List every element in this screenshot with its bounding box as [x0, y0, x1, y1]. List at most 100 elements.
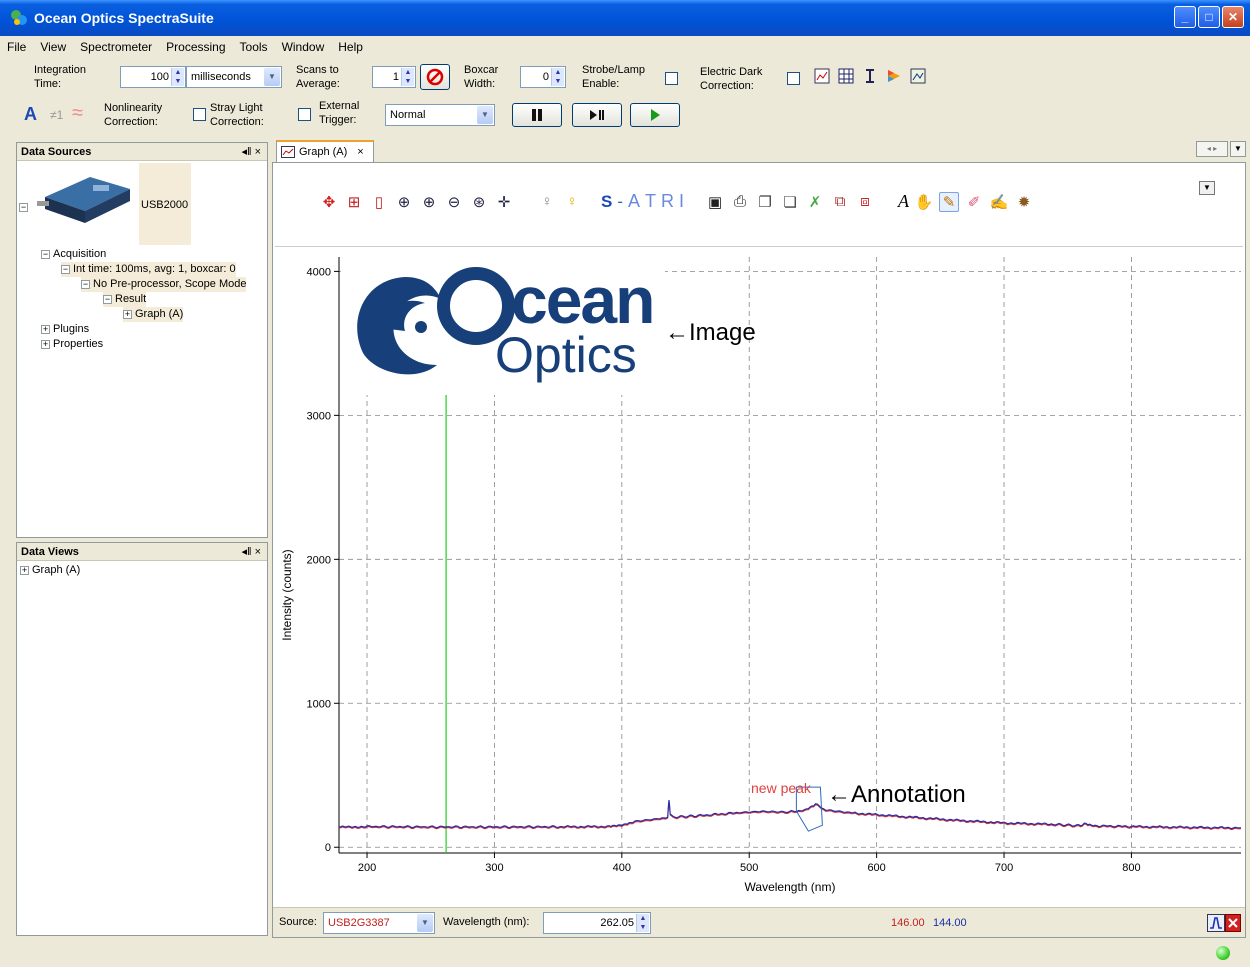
pause-button[interactable]: [512, 103, 562, 127]
eraser-icon[interactable]: ✐: [964, 193, 984, 211]
menu-spectrometer[interactable]: Spectrometer: [79, 40, 153, 54]
minimize-button[interactable]: _: [1174, 6, 1196, 28]
tree-item-properties[interactable]: + Properties: [41, 337, 103, 352]
menu-processing[interactable]: Processing: [165, 40, 226, 54]
spinner-arrows-icon[interactable]: ▲ ▼: [171, 68, 184, 86]
acquisition-toolbar: Integration Time: 100 ▲ ▼ milliseconds ▼ S…: [0, 58, 1250, 134]
annotation-label[interactable]: new peak: [751, 780, 811, 796]
menu-view[interactable]: View: [39, 40, 67, 54]
integration-time-input[interactable]: 100 ▲ ▼: [120, 66, 186, 88]
spectrometer-device-icon: [37, 177, 130, 223]
tab-scroll-arrows-icon[interactable]: ◂ ▸: [1196, 141, 1228, 157]
delete-overlay-icon[interactable]: ⧈: [855, 193, 875, 210]
zoom-y-icon[interactable]: ▯: [369, 193, 389, 211]
tree-item-acquisition[interactable]: − Acquisition: [41, 247, 106, 262]
absorbance-mode-icon[interactable]: A: [628, 191, 640, 212]
zoom-fit-icon[interactable]: ⊕: [394, 193, 414, 211]
text-cursor-icon[interactable]: [862, 68, 878, 84]
tab-list-icon[interactable]: ▼: [1230, 141, 1246, 157]
hand-icon[interactable]: ✋: [914, 193, 934, 211]
lamp-on-icon[interactable]: ♀: [562, 193, 582, 210]
wave-icon[interactable]: ≈: [72, 102, 83, 125]
settings-gear-icon[interactable]: ✹: [1014, 193, 1034, 211]
stop-averaging-button[interactable]: [420, 64, 450, 90]
tree-item-preprocessor[interactable]: − No Pre-processor, Scope Mode: [81, 277, 247, 292]
tree-item-plugins[interactable]: + Plugins: [41, 322, 89, 337]
electric-dark-checkbox[interactable]: [787, 72, 800, 85]
stray-light-label: Stray Light Correction:: [210, 102, 264, 128]
irradiance-mode-icon[interactable]: I: [679, 191, 684, 212]
spinner-arrows-icon[interactable]: ▲ ▼: [401, 68, 414, 86]
external-trigger-checkbox[interactable]: [298, 108, 311, 121]
play-button[interactable]: [630, 103, 680, 127]
clear-peaks-icon[interactable]: [1225, 914, 1241, 932]
zoom-in-icon[interactable]: ⊕: [419, 193, 439, 211]
spinner-arrows-icon[interactable]: ▲ ▼: [551, 68, 564, 86]
crosshair-icon[interactable]: ✥: [319, 193, 339, 211]
menu-help[interactable]: Help: [337, 40, 364, 54]
chevron-down-icon[interactable]: ▼: [264, 68, 280, 86]
x-tick-label: 200: [358, 862, 376, 874]
nonlinearity-checkbox[interactable]: [193, 108, 206, 121]
tab-graph-a[interactable]: Graph (A) ×: [276, 140, 374, 162]
wavelength-input[interactable]: 262.05 ▲ ▼: [543, 912, 651, 934]
chevron-down-icon[interactable]: ▼: [477, 106, 493, 124]
tree-item-int-time[interactable]: − Int time: 100ms, avg: 1, boxcar: 0: [61, 262, 236, 277]
pencil-icon[interactable]: ✎: [939, 191, 960, 212]
ocean-optics-logo-image[interactable]: cean Optics: [341, 255, 665, 395]
maximize-button[interactable]: □: [1198, 6, 1220, 28]
tree-item-result[interactable]: − Result: [103, 292, 147, 307]
spinner-arrows-icon[interactable]: ▲ ▼: [636, 914, 649, 932]
annotation-callout: ←Annotation: [827, 781, 966, 808]
brush-icon[interactable]: ✍: [989, 193, 1009, 211]
source-select[interactable]: USB2G3387 ▼: [323, 912, 435, 934]
scans-to-average-input[interactable]: 1 ▲ ▼: [372, 66, 416, 88]
tree-item-graph[interactable]: + Graph (A): [123, 307, 184, 322]
graph-view-icon[interactable]: [814, 68, 830, 84]
device-label-box[interactable]: USB2000: [139, 163, 191, 245]
zoom-reset-icon[interactable]: ⊛: [469, 193, 489, 211]
lamp-off-icon[interactable]: ♀: [537, 193, 557, 210]
zoom-out-icon[interactable]: ⊖: [444, 193, 464, 211]
spectrum-image-icon[interactable]: [910, 68, 926, 84]
transmission-mode-icon[interactable]: T: [645, 191, 656, 212]
copy-data-icon[interactable]: ❏: [780, 193, 800, 211]
pan-icon[interactable]: ✛: [494, 193, 514, 211]
save-icon[interactable]: ▣: [705, 193, 725, 211]
reflectance-mode-icon[interactable]: R: [661, 191, 674, 212]
trigger-mode-select[interactable]: Normal ▼: [385, 104, 495, 126]
annotation-text-icon[interactable]: A: [898, 191, 909, 212]
copy-icon[interactable]: ❐: [755, 193, 775, 211]
strobe-lamp-checkbox[interactable]: [665, 72, 678, 85]
menu-window[interactable]: Window: [281, 40, 326, 54]
menu-file[interactable]: File: [6, 40, 27, 54]
tab-close-icon[interactable]: ×: [357, 146, 363, 158]
scope-mode-icon[interactable]: S: [601, 192, 612, 212]
integration-unit-select[interactable]: milliseconds ▼: [186, 66, 282, 88]
graph-toolbar-menu-icon[interactable]: ▼: [1199, 181, 1215, 195]
data-sources-title: Data Sources: [21, 146, 92, 158]
cursor-value-red: 146.00: [891, 917, 925, 929]
overlay-icon[interactable]: ✗: [805, 193, 825, 211]
close-button[interactable]: ✕: [1222, 6, 1244, 28]
tab-label: Graph (A): [299, 146, 348, 158]
panel-controls[interactable]: ◂‖ ×: [241, 543, 261, 561]
menu-tools[interactable]: Tools: [239, 40, 269, 54]
graph-tab-icon: [281, 146, 295, 158]
print-icon[interactable]: ⎙: [730, 193, 750, 210]
zoom-box-icon[interactable]: ⊞: [344, 193, 364, 211]
tree-item-graph-view[interactable]: + Graph (A): [20, 563, 80, 578]
panel-controls[interactable]: ◂‖ ×: [241, 143, 261, 161]
export-icon[interactable]: ⧉: [830, 193, 850, 210]
boxcar-width-input[interactable]: 0 ▲ ▼: [520, 66, 566, 88]
ratio-icon[interactable]: ≠1: [50, 108, 63, 122]
absorbance-icon[interactable]: A: [24, 104, 37, 125]
color-picker-icon[interactable]: [886, 68, 902, 84]
chevron-down-icon[interactable]: ▼: [417, 914, 433, 932]
device-expander[interactable]: −: [19, 201, 31, 213]
table-view-icon[interactable]: [838, 68, 854, 84]
dash-icon[interactable]: -: [617, 192, 623, 212]
source-label: Source:: [279, 916, 317, 928]
peak-toggle-icon[interactable]: [1207, 914, 1225, 932]
single-step-button[interactable]: [572, 103, 622, 127]
